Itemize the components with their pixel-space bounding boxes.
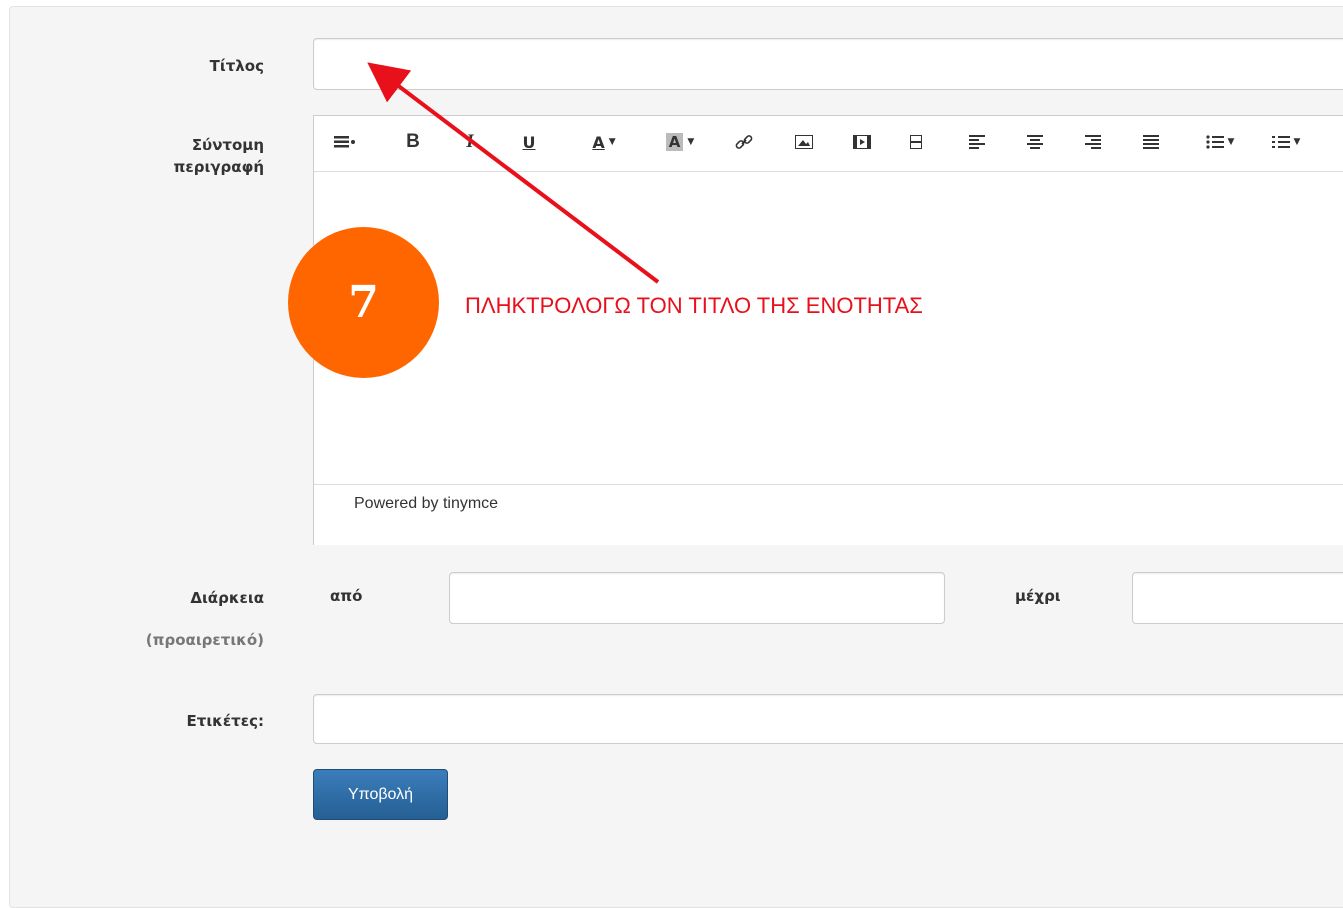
annotation-instruction: ΠΛΗΚΤΡΟΛΟΓΩ ΤΟΝ ΤΙΤΛΟ ΤΗΣ ΕΝΟΤΗΤΑΣ [465,293,923,318]
annotation-arrow [367,62,660,284]
step-badge: 7 [288,227,439,378]
